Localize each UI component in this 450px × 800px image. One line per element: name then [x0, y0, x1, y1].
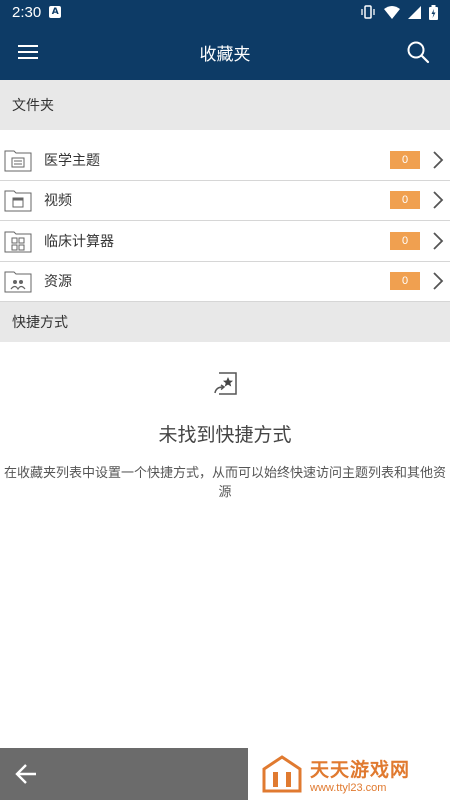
folder-list: 医学主题 0 视频 0 临床计算器 0 资源 0 [0, 140, 450, 302]
folder-label: 视频 [44, 193, 72, 210]
empty-state-description: 在收藏夹列表中设置一个快捷方式，从而可以始终快速访问主题列表和其他资源 [3, 466, 446, 500]
chevron-right-icon [433, 232, 444, 250]
folder-label: 临床计算器 [44, 233, 114, 250]
back-arrow-icon[interactable] [14, 763, 38, 785]
folders-section-header: 文件夹 [0, 80, 450, 130]
bottom-nav-bar [0, 748, 248, 800]
folder-row-calculators[interactable]: 临床计算器 0 [0, 221, 450, 262]
folder-row-videos[interactable]: 视频 0 [0, 181, 450, 221]
folder-count-badge: 0 [390, 272, 420, 291]
signal-icon [408, 5, 421, 19]
watermark-logo: 天天游戏网 www.ttyl23.com [262, 752, 442, 796]
star-shortcut-icon [214, 372, 237, 395]
empty-state-title: 未找到快捷方式 [158, 424, 292, 446]
chevron-right-icon [433, 272, 444, 290]
watermark-house-icon [262, 755, 302, 793]
vibrate-icon [361, 5, 375, 19]
folder-count-badge: 0 [390, 191, 420, 210]
wifi-icon [384, 5, 400, 19]
video-folder-icon [4, 190, 32, 212]
folders-section-title: 文件夹 [12, 98, 54, 114]
chevron-right-icon [433, 191, 444, 209]
status-time: 2:30 [12, 3, 42, 21]
chevron-right-icon [433, 151, 444, 169]
shortcuts-section-header: 快捷方式 [0, 302, 450, 342]
app-bar: 收藏夹 [0, 24, 450, 80]
hamburger-icon [18, 45, 38, 59]
search-icon [407, 41, 430, 64]
folder-row-topics[interactable]: 医学主题 0 [0, 140, 450, 181]
watermark-url: www.ttyl23.com [310, 781, 387, 794]
shortcuts-section-title: 快捷方式 [12, 315, 68, 331]
battery-icon [429, 4, 438, 20]
search-button[interactable] [394, 28, 442, 76]
folder-label: 医学主题 [44, 152, 100, 169]
topic-folder-icon [4, 150, 32, 172]
folder-count-badge: 0 [390, 231, 420, 250]
status-bar: 2:30 A [0, 0, 450, 24]
calculator-folder-icon [4, 231, 32, 253]
folder-label: 资源 [44, 274, 72, 291]
resource-folder-icon [4, 271, 32, 293]
page-title: 收藏夹 [199, 44, 251, 65]
watermark-name: 天天游戏网 [310, 758, 411, 781]
menu-button[interactable] [0, 24, 56, 80]
notification-badge: A [49, 6, 62, 18]
folder-row-resources[interactable]: 资源 0 [0, 262, 450, 302]
folder-count-badge: 0 [390, 150, 420, 169]
